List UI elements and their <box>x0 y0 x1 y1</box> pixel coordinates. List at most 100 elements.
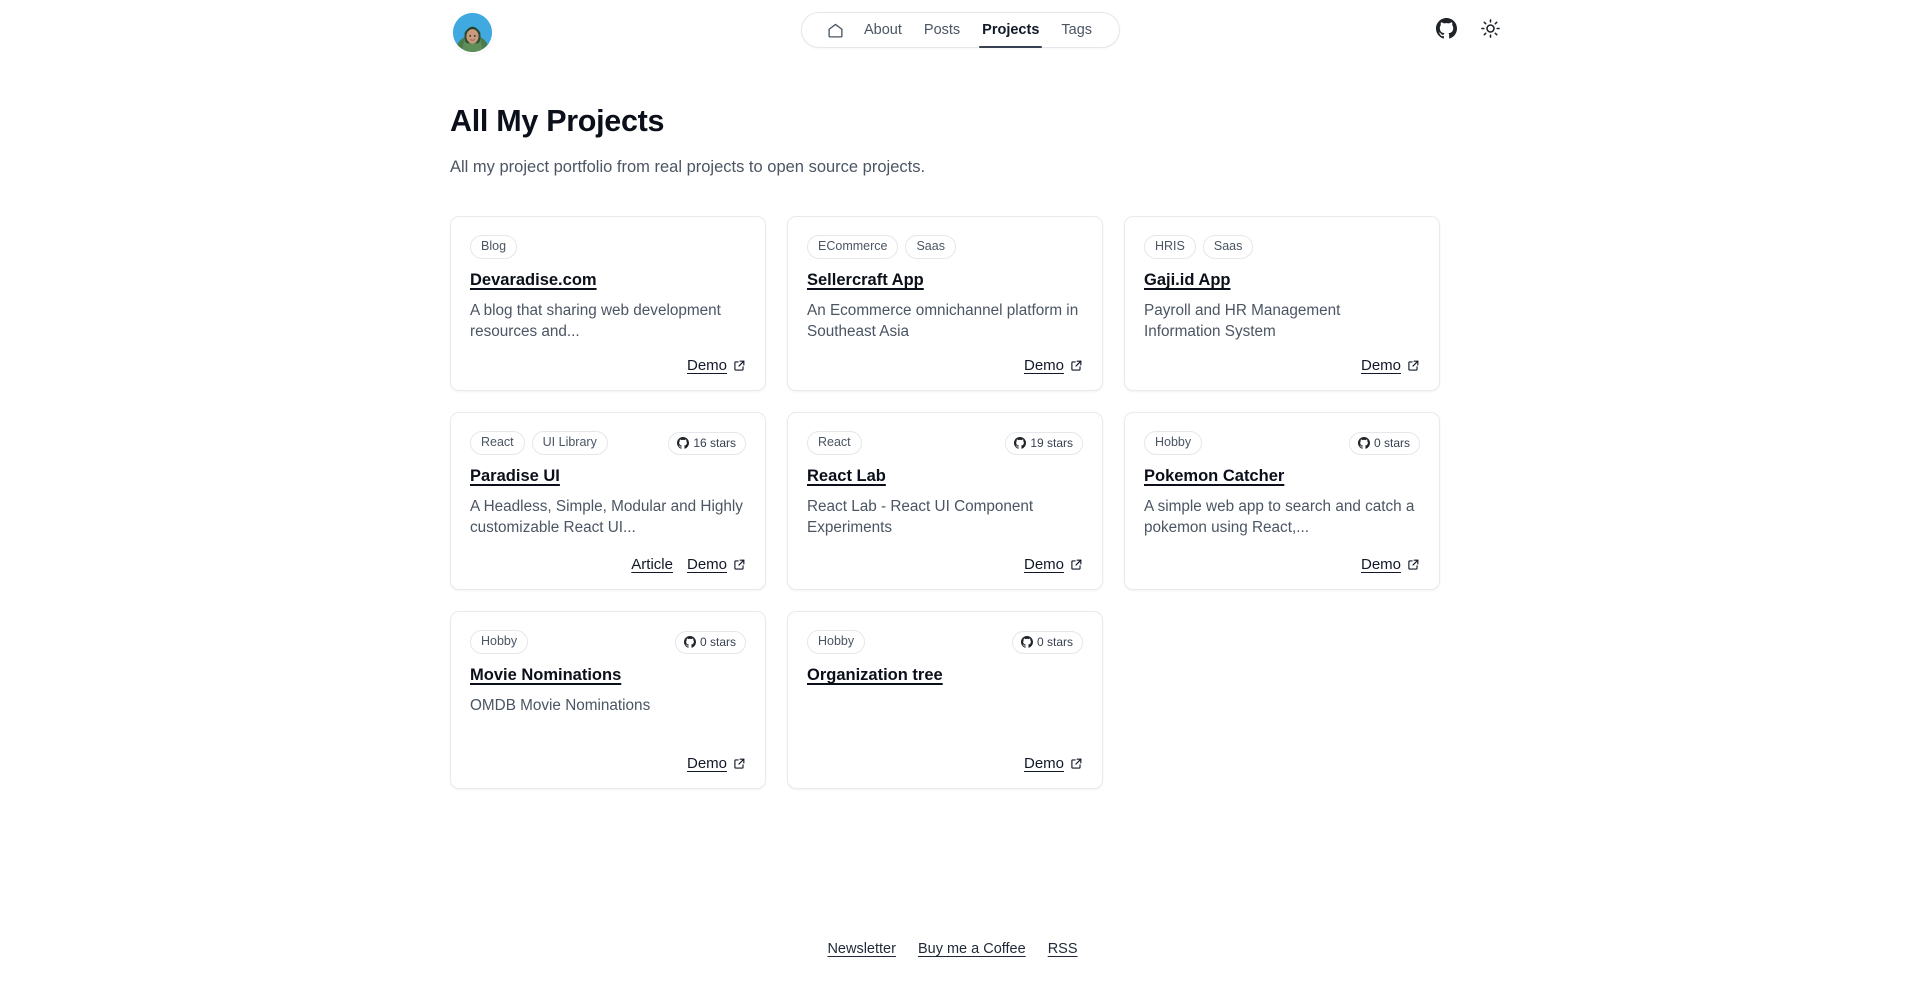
site-footer: Newsletter Buy me a Coffee RSS <box>0 941 1905 991</box>
card-links: Demo <box>470 343 746 374</box>
project-card[interactable]: Blog Devaradise.com A blog that sharing … <box>450 216 766 392</box>
demo-link[interactable]: Demo <box>1024 357 1083 374</box>
github-icon <box>1357 436 1370 449</box>
card-header: React 19 stars <box>807 431 1083 456</box>
github-stars-badge[interactable]: 16 stars <box>668 431 746 455</box>
project-title[interactable]: Paradise UI <box>470 467 560 486</box>
project-description: A Headless, Simple, Modular and Highly c… <box>470 498 743 537</box>
project-description: An Ecommerce omnichannel platform in Sou… <box>807 302 1079 341</box>
stars-count-label: 19 stars <box>1030 435 1073 450</box>
footer-link-newsletter[interactable]: Newsletter <box>827 941 896 957</box>
demo-link-label: Demo <box>1023 556 1064 574</box>
project-card[interactable]: HRIS Saas Gaji.id App Payroll and HR Man… <box>1124 216 1440 392</box>
tag[interactable]: ECommerce <box>807 235 899 260</box>
external-link-icon <box>733 558 746 571</box>
stars-count-label: 16 stars <box>693 435 736 450</box>
site-header: About Posts Projects Tags <box>0 0 1905 70</box>
project-card[interactable]: Hobby 0 stars Movie Nominations OMDB Mov… <box>450 611 766 790</box>
external-link-icon <box>1407 558 1420 571</box>
github-link[interactable] <box>1435 17 1457 39</box>
nav-item-label: Tags <box>1061 22 1093 38</box>
external-link-icon <box>1070 359 1083 372</box>
demo-link[interactable]: Demo <box>1024 755 1083 772</box>
project-description: A simple web app to search and catch a p… <box>1144 498 1415 537</box>
article-link[interactable]: Article <box>631 556 673 573</box>
tag[interactable]: React <box>470 431 525 456</box>
demo-link[interactable]: Demo <box>687 556 746 573</box>
tag[interactable]: Saas <box>1202 235 1254 260</box>
nav-item-projects[interactable]: Projects <box>971 13 1050 48</box>
project-title[interactable]: Devaradise.com <box>470 271 597 290</box>
page-root: About Posts Projects Tags All My Project… <box>0 0 1905 991</box>
tag[interactable]: HRIS <box>1144 235 1196 260</box>
external-link-icon <box>733 359 746 372</box>
nav-item-home[interactable] <box>818 13 853 47</box>
card-header: HRIS Saas <box>1144 235 1420 260</box>
card-links: Demo <box>1144 343 1420 374</box>
project-card[interactable]: Hobby 0 stars Pokemon Catcher A simple w… <box>1124 412 1440 591</box>
demo-link[interactable]: Demo <box>1361 357 1420 374</box>
project-title[interactable]: React Lab <box>807 467 886 486</box>
demo-link-label: Demo <box>686 556 727 574</box>
project-title[interactable]: Pokemon Catcher <box>1144 467 1284 486</box>
footer-link-rss[interactable]: RSS <box>1048 941 1078 957</box>
github-stars-badge[interactable]: 0 stars <box>1011 630 1083 654</box>
demo-link[interactable]: Demo <box>687 755 746 772</box>
tag[interactable]: React <box>807 431 862 456</box>
tag[interactable]: UI Library <box>531 431 608 456</box>
main-content: All My Projects All my project portfolio… <box>435 70 1465 941</box>
project-title[interactable]: Gaji.id App <box>1144 271 1230 290</box>
stars-count-label: 0 stars <box>699 634 736 649</box>
tag-list: ECommerce Saas <box>807 235 956 260</box>
project-card[interactable]: Hobby 0 stars Organization tree Demo <box>787 611 1103 790</box>
tag-list: React <box>807 431 862 456</box>
projects-grid: Blog Devaradise.com A blog that sharing … <box>450 216 1465 790</box>
nav-item-posts[interactable]: Posts <box>913 13 971 47</box>
project-card[interactable]: React UI Library 16 stars Paradise UI A … <box>450 412 766 591</box>
nav-item-tags[interactable]: Tags <box>1050 13 1103 47</box>
project-description: React Lab - React UI Component Experimen… <box>807 498 1034 537</box>
project-title[interactable]: Movie Nominations <box>470 666 621 685</box>
card-links: Demo <box>807 343 1083 374</box>
tag[interactable]: Hobby <box>470 630 529 655</box>
card-links: Article Demo <box>470 542 746 573</box>
home-icon <box>827 22 844 39</box>
demo-link-label: Demo <box>686 755 727 773</box>
card-links: Demo <box>470 741 746 772</box>
main-nav: About Posts Projects Tags <box>801 12 1121 48</box>
github-stars-badge[interactable]: 19 stars <box>1005 431 1083 455</box>
demo-link[interactable]: Demo <box>1024 556 1083 573</box>
tag[interactable]: Hobby <box>1144 431 1203 456</box>
nav-item-label: About <box>864 22 902 38</box>
tag[interactable]: Blog <box>470 235 518 260</box>
external-link-icon <box>733 757 746 770</box>
nav-item-label: Posts <box>923 22 961 38</box>
tag[interactable]: Hobby <box>807 630 866 655</box>
github-icon <box>1014 436 1027 449</box>
project-title[interactable]: Sellercraft App <box>807 271 924 290</box>
github-stars-badge[interactable]: 0 stars <box>674 630 746 654</box>
demo-link[interactable]: Demo <box>687 357 746 374</box>
tag[interactable]: Saas <box>905 235 956 260</box>
nav-item-about[interactable]: About <box>853 13 913 47</box>
project-description: OMDB Movie Nominations <box>470 697 651 715</box>
card-header: Hobby 0 stars <box>470 630 746 655</box>
page-subtitle: All my project portfolio from real proje… <box>450 157 926 176</box>
demo-link-label: Demo <box>1360 556 1401 574</box>
article-link-label: Article <box>631 556 673 574</box>
page-title: All My Projects <box>450 104 665 138</box>
stars-count-label: 0 stars <box>1036 634 1073 649</box>
tag-list: Blog <box>470 235 518 260</box>
footer-link-buy-me-a-coffee[interactable]: Buy me a Coffee <box>918 941 1026 957</box>
github-icon <box>683 635 696 648</box>
avatar[interactable] <box>453 13 492 52</box>
project-card[interactable]: ECommerce Saas Sellercraft App An Ecomme… <box>787 216 1103 392</box>
demo-link[interactable]: Demo <box>1361 556 1420 573</box>
demo-link-label: Demo <box>686 357 727 375</box>
project-card[interactable]: React 19 stars React Lab React Lab - Rea… <box>787 412 1103 591</box>
card-links: Demo <box>807 741 1083 772</box>
project-title[interactable]: Organization tree <box>807 666 943 685</box>
github-stars-badge[interactable]: 0 stars <box>1348 431 1420 455</box>
card-links: Demo <box>807 542 1083 573</box>
theme-toggle-button[interactable] <box>1479 17 1501 39</box>
